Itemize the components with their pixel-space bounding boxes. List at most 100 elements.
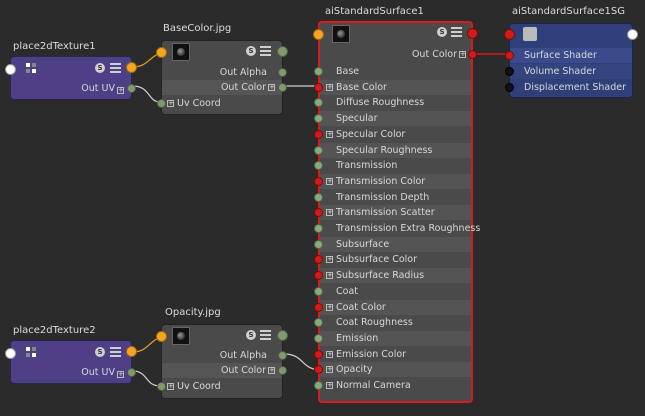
shader-badge-icon[interactable]: S (437, 27, 447, 37)
volume-shader-row[interactable]: Volume Shader (505, 64, 632, 79)
expand-icon[interactable]: + (117, 87, 124, 94)
attribute-row[interactable]: + Base Color (314, 79, 471, 95)
attribute-input-plug[interactable] (314, 271, 323, 281)
hamburger-menu-icon[interactable] (110, 347, 121, 357)
attribute-row[interactable]: Transmission Depth (314, 189, 471, 205)
attribute-row[interactable]: + Transmission Scatter (314, 205, 471, 221)
uv-coord-plug[interactable] (157, 99, 166, 108)
attribute-row[interactable]: Transmission Extra Roughness (314, 221, 480, 236)
place2d-texture-1-node[interactable]: S Out UV + (5, 56, 137, 100)
output-plug[interactable] (467, 28, 478, 39)
shader-badge-icon[interactable]: S (246, 46, 256, 56)
displacement-shader-row[interactable]: Displacement Shader (505, 80, 632, 95)
opacity-file-node[interactable]: S Out Alpha Out Color + + Uv Coord (156, 324, 288, 399)
wire-place2d1-to-basecolor[interactable] (132, 85, 161, 103)
output-plug[interactable] (627, 29, 638, 40)
attribute-row[interactable]: + Specular Color (314, 126, 471, 142)
place2d-texture-2-node[interactable]: S Out UV + (5, 340, 137, 384)
shader-badge-icon[interactable]: S (95, 63, 105, 73)
attribute-row[interactable]: + Coat Color (314, 299, 471, 315)
expand-icon[interactable]: + (167, 100, 174, 107)
attribute-row[interactable]: Diffuse Roughness (314, 95, 471, 111)
out-color-plug[interactable] (468, 50, 477, 59)
attribute-input-plug[interactable] (314, 98, 323, 108)
output-plug[interactable] (277, 46, 288, 57)
attribute-row[interactable]: Specular Roughness (314, 142, 471, 158)
expand-icon[interactable]: + (326, 350, 333, 358)
attribute-input-plug[interactable] (314, 286, 323, 296)
expand-icon[interactable]: + (326, 366, 333, 374)
expand-icon[interactable]: + (117, 371, 124, 378)
input-plug[interactable] (5, 348, 16, 359)
attribute-row[interactable]: Subsurface (314, 236, 471, 252)
expand-icon[interactable]: + (167, 383, 174, 390)
input-plug[interactable] (504, 29, 515, 40)
attribute-input-plug[interactable] (314, 318, 323, 328)
wire-place2d2-to-opacity[interactable] (132, 370, 161, 387)
attribute-row[interactable]: Base (314, 64, 471, 79)
basecolor-file-node[interactable]: S Out Alpha Out Color + + Uv Coord (156, 40, 288, 115)
surface-shader-row[interactable]: Surface Shader (505, 48, 632, 63)
attribute-input-plug[interactable] (314, 224, 323, 233)
shader-badge-icon[interactable]: S (246, 330, 256, 340)
attribute-input-plug[interactable] (314, 239, 323, 249)
out-color-plug[interactable] (278, 83, 287, 92)
expand-icon[interactable]: + (326, 303, 333, 311)
expand-icon[interactable]: + (326, 130, 333, 138)
hamburger-menu-icon[interactable] (260, 330, 271, 340)
expand-icon[interactable]: + (268, 367, 275, 374)
surface-shader-plug[interactable] (505, 51, 514, 60)
out-color-plug[interactable] (278, 366, 287, 375)
attribute-input-plug[interactable] (314, 67, 323, 76)
out-alpha-plug[interactable] (278, 68, 287, 77)
attribute-row[interactable]: Coat (314, 283, 471, 299)
attribute-row[interactable]: Coat Roughness (314, 315, 471, 331)
attribute-input-plug[interactable] (314, 82, 323, 92)
attribute-row[interactable]: Transmission (314, 158, 471, 174)
attribute-row[interactable]: Specular (314, 111, 471, 127)
input-plug[interactable] (156, 331, 167, 342)
expand-icon[interactable]: + (326, 256, 333, 264)
output-plug[interactable] (277, 330, 288, 341)
hamburger-menu-icon[interactable] (260, 46, 271, 56)
input-plug[interactable] (5, 64, 16, 75)
attribute-input-plug[interactable] (314, 208, 323, 218)
out-alpha-plug[interactable] (278, 351, 287, 360)
attribute-input-plug[interactable] (314, 176, 323, 186)
attribute-input-plug[interactable] (314, 192, 323, 202)
out-uv-plug[interactable] (127, 84, 136, 93)
hamburger-menu-icon[interactable] (110, 63, 121, 73)
input-plug[interactable] (313, 29, 324, 40)
out-uv-plug[interactable] (127, 368, 136, 377)
attribute-input-plug[interactable] (314, 255, 323, 265)
attribute-row[interactable]: + Transmission Color (314, 173, 471, 189)
expand-icon[interactable]: + (326, 177, 333, 185)
attribute-row[interactable]: + Opacity (314, 362, 471, 378)
attribute-input-plug[interactable] (314, 349, 323, 359)
expand-icon[interactable]: + (326, 83, 333, 91)
attribute-input-plug[interactable] (314, 381, 323, 390)
attribute-input-plug[interactable] (314, 302, 323, 312)
attribute-row[interactable]: Emission (314, 330, 471, 346)
expand-icon[interactable]: + (326, 209, 333, 217)
attribute-row[interactable]: + Subsurface Radius (314, 268, 471, 284)
uv-coord-plug[interactable] (157, 382, 166, 391)
attribute-row[interactable]: + Subsurface Color (314, 252, 471, 268)
output-plug[interactable] (126, 62, 137, 73)
attribute-row[interactable]: + Normal Camera (314, 378, 471, 393)
attribute-input-plug[interactable] (314, 129, 323, 139)
shading-group-node[interactable]: Surface Shader Volume Shader Displacemen… (504, 23, 638, 98)
input-plug[interactable] (156, 47, 167, 58)
attribute-input-plug[interactable] (314, 145, 323, 155)
volume-shader-plug[interactable] (505, 67, 514, 76)
ai-standard-surface-node[interactable]: S Out Color + Base + Base Color Diffuse Rou… (313, 21, 480, 403)
attribute-input-plug[interactable] (314, 114, 323, 124)
attribute-input-plug[interactable] (314, 365, 323, 375)
shader-badge-icon[interactable]: S (95, 347, 105, 357)
attribute-input-plug[interactable] (314, 161, 323, 171)
attribute-row[interactable]: + Emission Color (314, 346, 471, 362)
expand-icon[interactable]: + (268, 84, 275, 91)
output-plug[interactable] (126, 346, 137, 357)
expand-icon[interactable]: + (326, 272, 333, 280)
displacement-shader-plug[interactable] (505, 83, 514, 92)
